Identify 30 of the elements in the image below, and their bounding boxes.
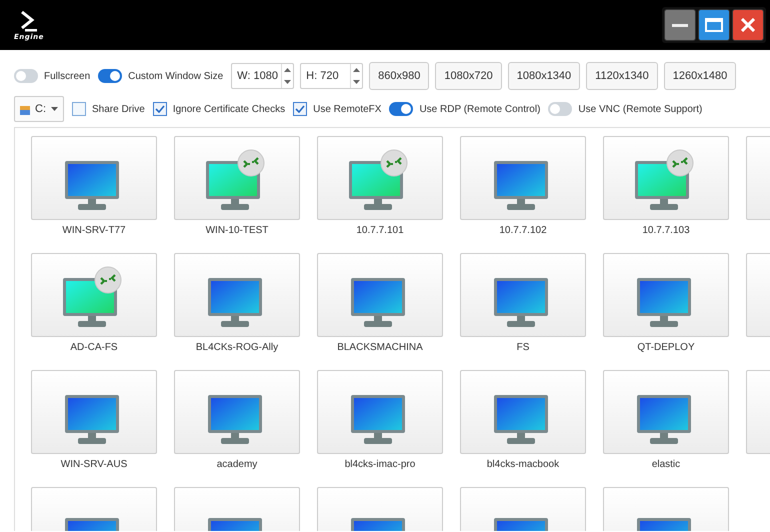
toggle-label: Fullscreen	[44, 70, 90, 82]
size-preset-button[interactable]: 1120x1340	[586, 62, 658, 90]
host-name: WIN-SRV-T77	[62, 225, 126, 236]
host-name: 10.7.7.101	[356, 225, 404, 236]
host-name: BLACKSMACHINA	[337, 342, 423, 353]
checkbox-label: Use RemoteFX	[313, 104, 382, 114]
host-name: 10.7.7.103	[642, 225, 690, 236]
size-preset-button[interactable]: 1080x1340	[508, 62, 580, 90]
host-name: bl4cks-imac-pro	[344, 459, 416, 470]
toggle-label: Custom Window Size	[128, 70, 224, 82]
size-field[interactable]: H: 720	[300, 63, 364, 89]
host-name: 10.7.7.102	[499, 225, 547, 236]
host-name: elastic	[652, 459, 680, 470]
toggle-label: Use VNC (Remote Support)	[578, 104, 702, 114]
host-name: BL4CKs-ROG-Ally	[196, 342, 278, 353]
size-field[interactable]: W: 1080	[231, 63, 294, 89]
checkbox-label: Share Drive	[92, 104, 145, 114]
host-name: FS	[516, 342, 530, 353]
host-name: QT-DEPLOY	[637, 342, 695, 353]
host-name: academy	[216, 459, 258, 470]
host-name: WIN-SRV-AUS	[60, 459, 128, 470]
size-preset-button[interactable]: 860x980	[369, 62, 430, 90]
drive-dropdown[interactable]: C:	[14, 96, 64, 122]
host-name: bl4cks-macbook	[486, 459, 560, 470]
host-name: WIN-10-TEST	[206, 225, 268, 236]
toggle-label: Use RDP (Remote Control)	[419, 104, 540, 114]
size-preset-button[interactable]: 1260x1480	[664, 62, 736, 90]
checkbox-label: Ignore Certificate Checks	[172, 104, 286, 114]
host-name: AD-CA-FS	[70, 342, 118, 353]
size-preset-button[interactable]: 1080x720	[435, 62, 502, 90]
